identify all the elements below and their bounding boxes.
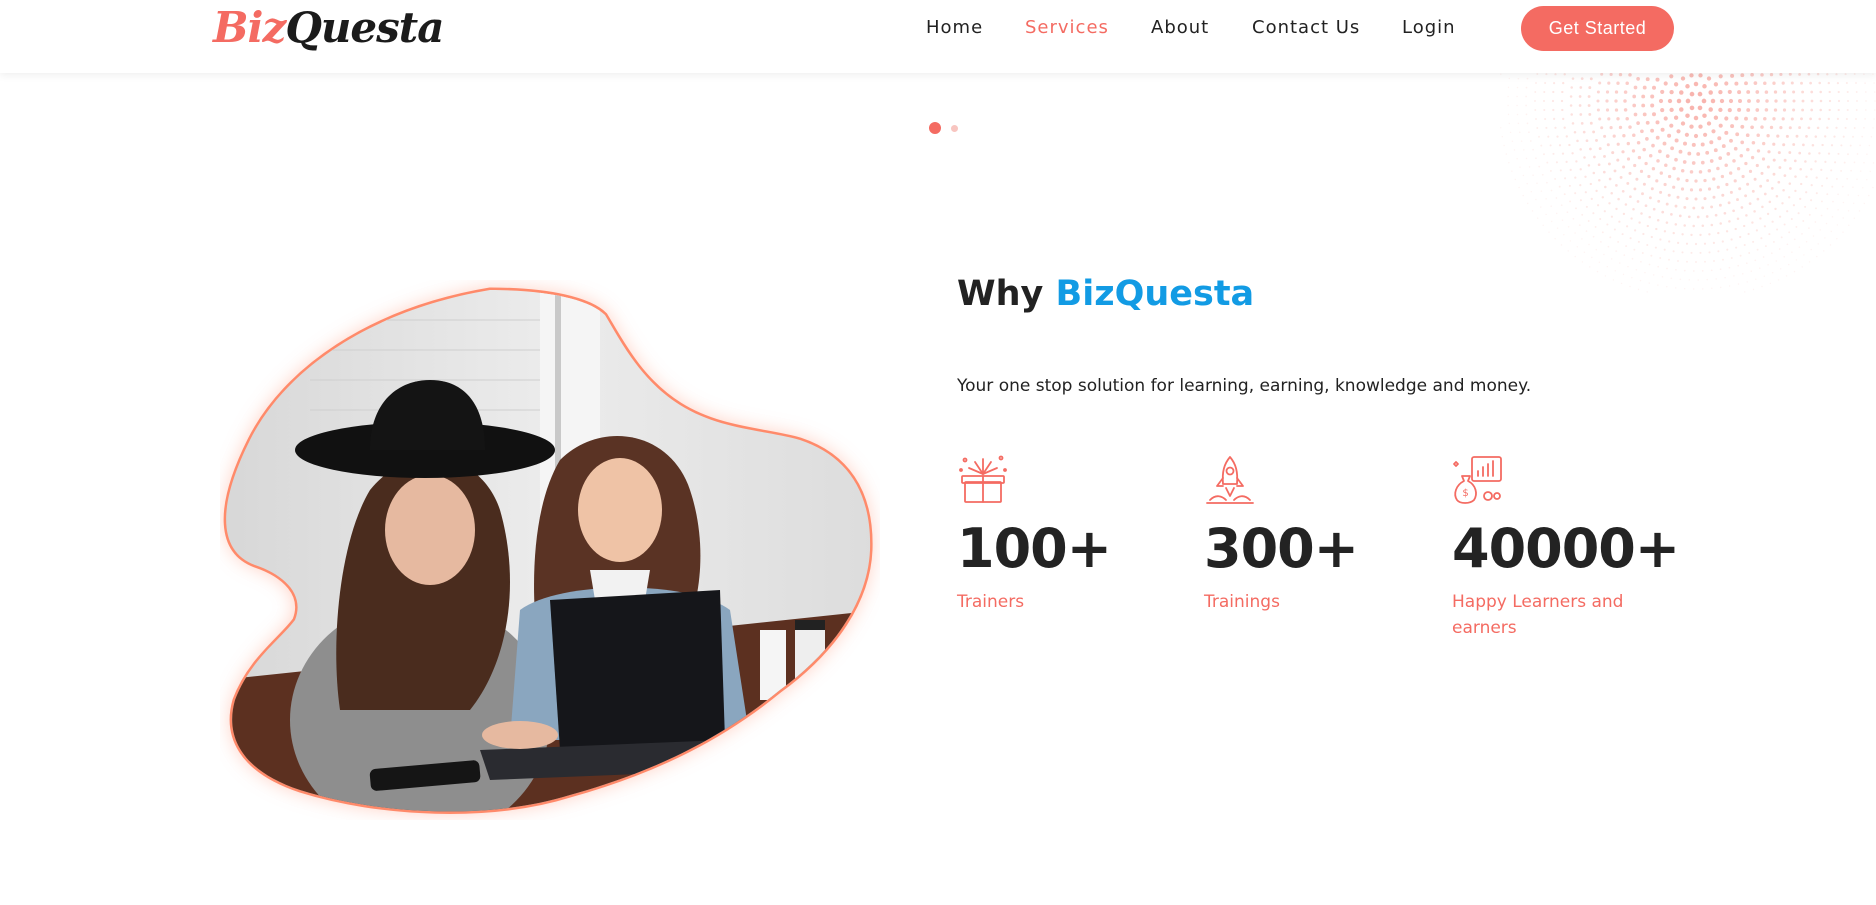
stat-trainings: 300+ Trainings	[1204, 454, 1434, 615]
stat-value: 300+	[1204, 517, 1359, 580]
nav-contact-us[interactable]: Contact Us	[1252, 17, 1360, 38]
stat-happy-learners: $ 40000+ Happy Learners and earners	[1452, 454, 1682, 641]
carousel-dot-1[interactable]	[929, 122, 941, 134]
nav-login[interactable]: Login	[1402, 17, 1456, 38]
rocket-icon	[1206, 456, 1254, 504]
stat-label: Happy Learners and earners	[1452, 592, 1624, 638]
gift-box-icon	[959, 455, 1007, 503]
hero-image	[220, 280, 880, 820]
nav-services[interactable]: Services	[1025, 17, 1109, 38]
stat-label: Trainings	[1204, 592, 1280, 612]
section-tagline: Your one stop solution for learning, ear…	[957, 376, 1532, 396]
decorative-dot-pattern	[1500, 73, 1876, 293]
stat-trainers: 100+ Trainers	[957, 454, 1187, 615]
get-started-button[interactable]: Get Started	[1521, 6, 1674, 51]
site-header: BizQuesta Home Services About Contact Us…	[0, 0, 1876, 73]
svg-text:$: $	[1462, 488, 1468, 499]
money-bag-chart-icon: $	[1453, 456, 1502, 504]
stat-value: 40000+	[1452, 517, 1680, 580]
nav-about[interactable]: About	[1151, 17, 1209, 38]
nav-home[interactable]: Home	[926, 17, 983, 38]
stat-label: Trainers	[957, 592, 1025, 612]
section-title: Why BizQuesta	[957, 274, 1255, 314]
stat-value: 100+	[957, 517, 1112, 580]
carousel-dot-2[interactable]	[951, 125, 958, 132]
